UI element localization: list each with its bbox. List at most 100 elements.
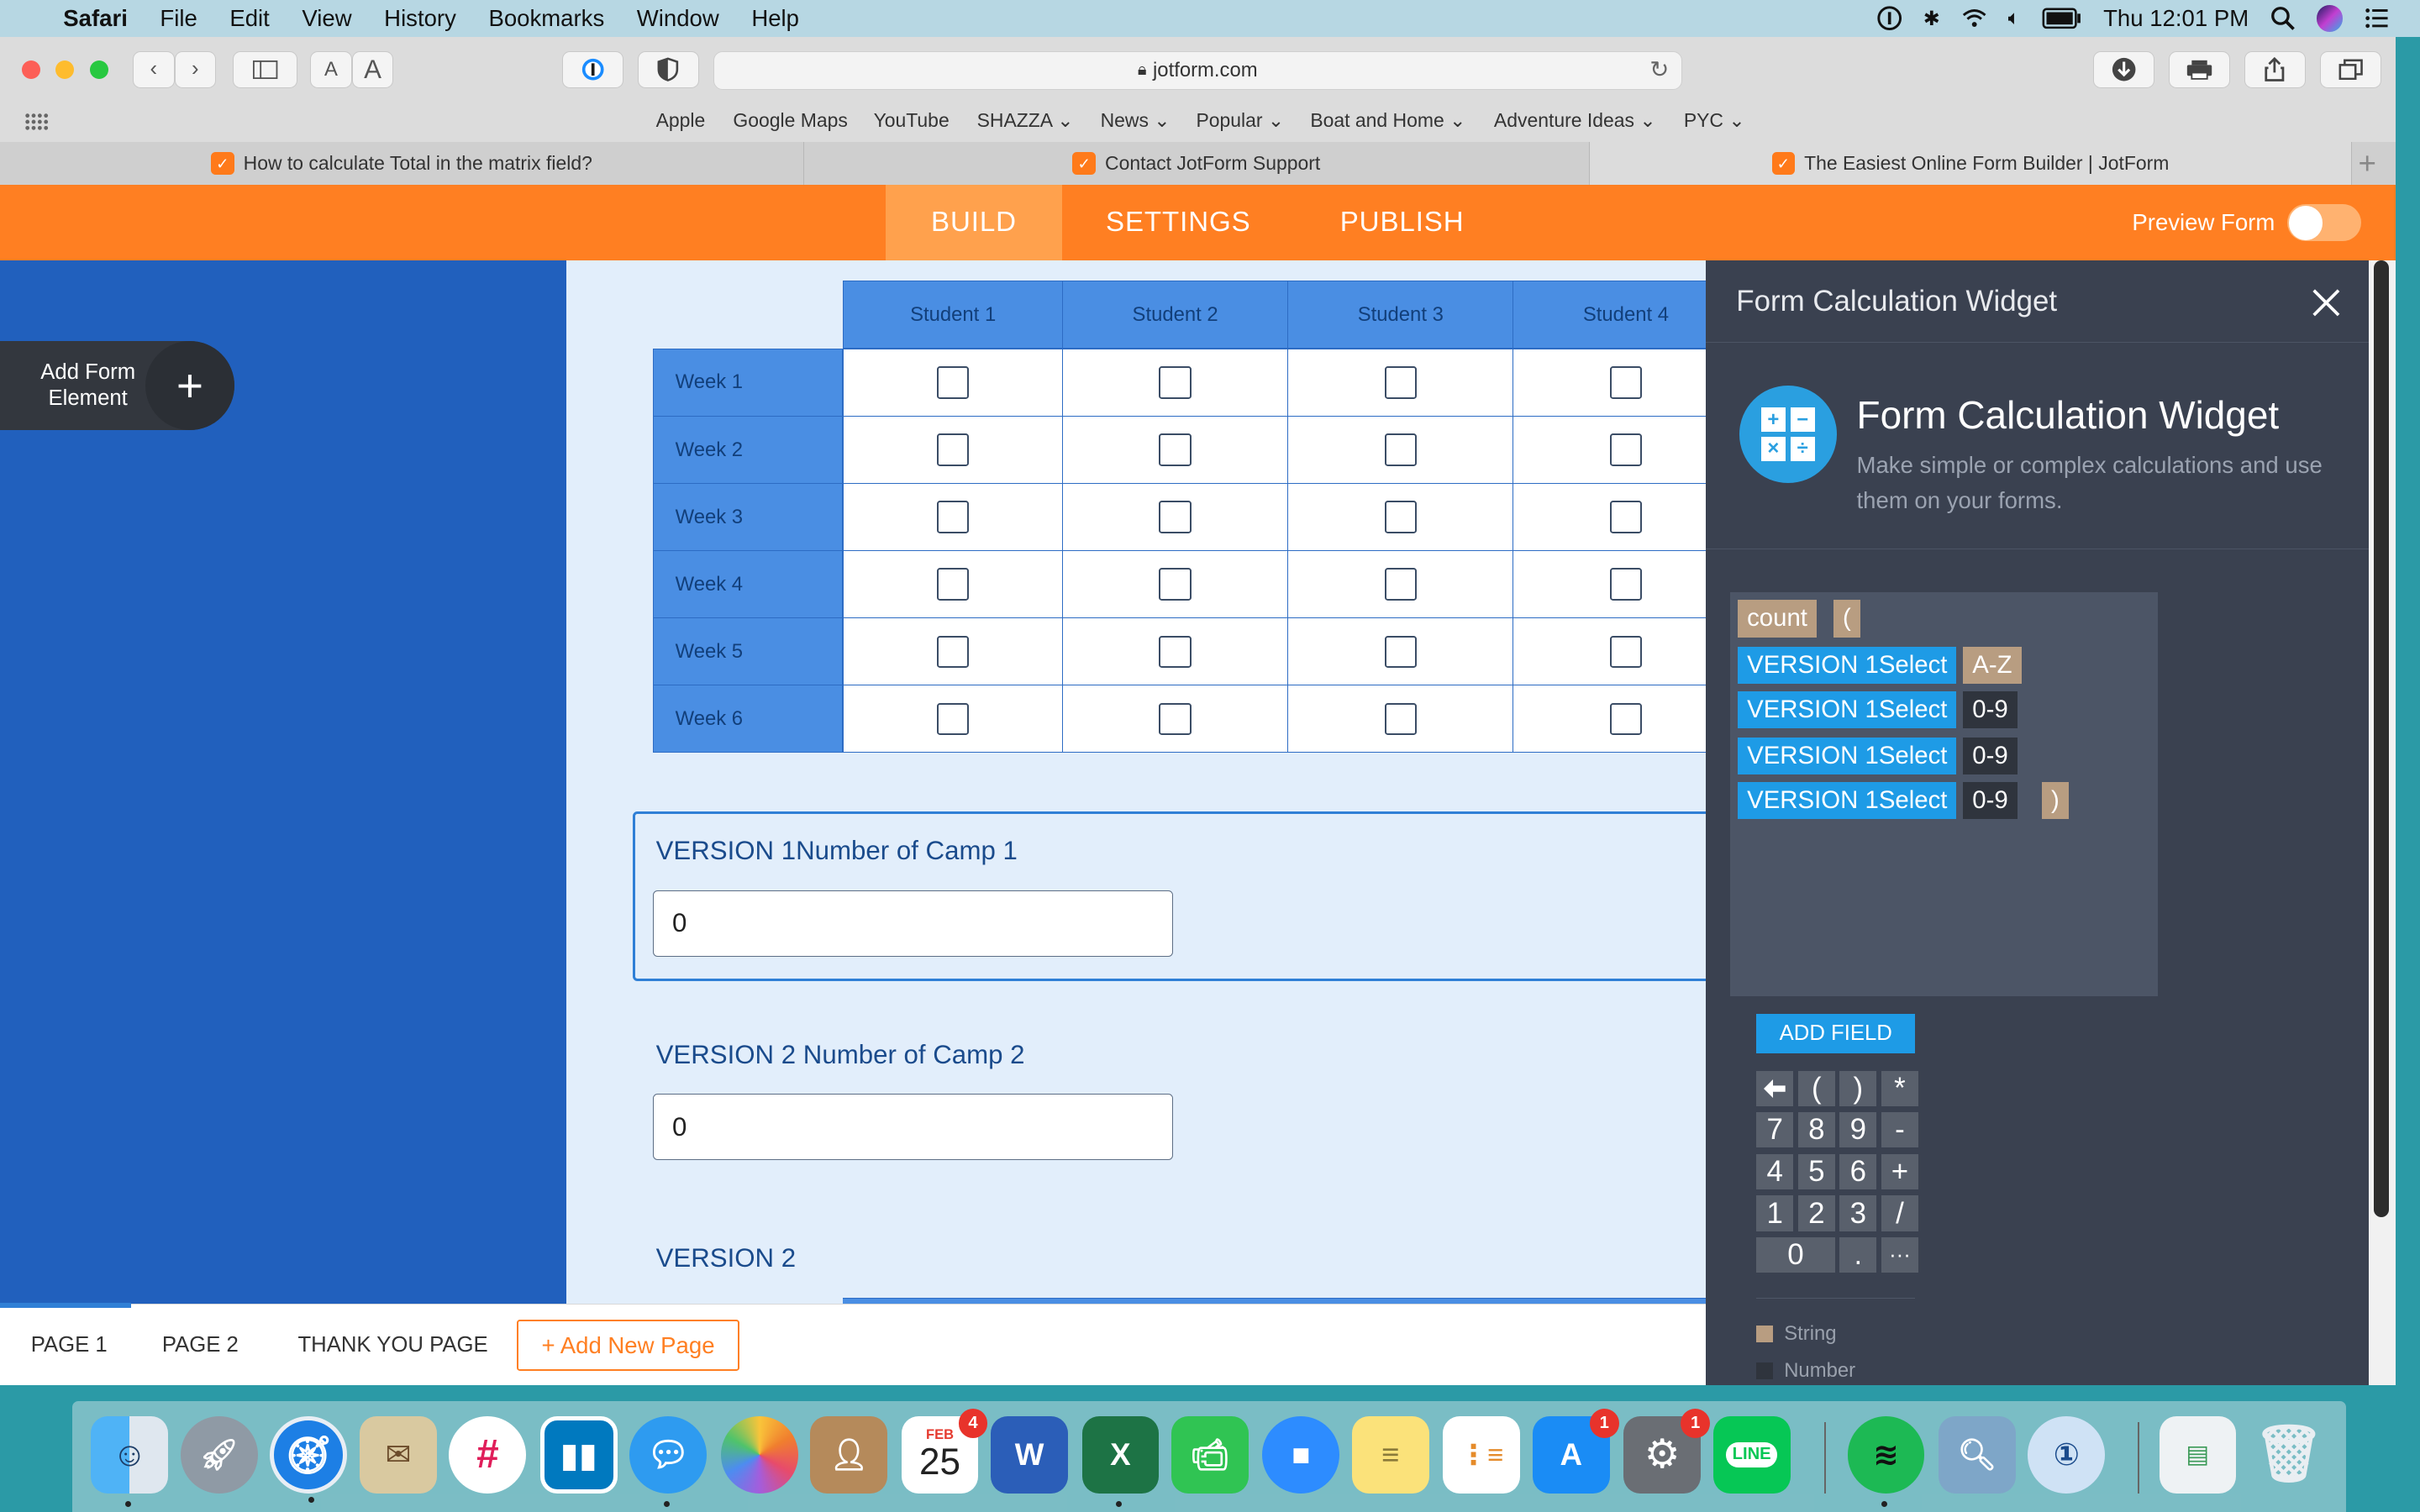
page-tab-thank-you[interactable]: THANK YOU PAGE [297,1305,487,1386]
photos-app-icon[interactable] [720,1416,798,1494]
tab-build[interactable]: BUILD [886,185,1062,261]
tab-matrix-total[interactable]: ✓ How to calculate Total in the matrix f… [0,141,804,186]
matrix-checkbox[interactable] [1159,568,1192,601]
new-tab-plus-icon[interactable]: + [2358,146,2375,181]
matrix-checkbox[interactable] [1159,433,1192,466]
tab-settings[interactable]: SETTINGS [1081,185,1276,260]
bookmark-pyc-folder[interactable]: PYC ⌄ [1684,109,1745,132]
matrix-checkbox[interactable] [936,433,970,466]
backspace-key[interactable] [1756,1070,1794,1106]
keypad-key[interactable]: 9 [1839,1112,1877,1148]
formula-token-count[interactable]: count [1738,600,1817,638]
zoom-app-icon[interactable]: ■ [1262,1416,1340,1494]
mail-stamp-app-icon[interactable]: ✉ [359,1416,437,1494]
menubar-clock[interactable]: Thu 12:01 PM [2103,5,2249,32]
bluetooth-icon[interactable]: ✱ [1923,7,1940,31]
matrix-checkbox[interactable] [1384,433,1418,466]
keypad-key[interactable]: ( [1797,1070,1835,1106]
formula-token-open-paren[interactable]: ( [1833,600,1860,638]
bookmark-popular-folder[interactable]: Popular ⌄ [1196,109,1284,132]
zoom-window-button[interactable] [89,60,108,79]
matrix-checkbox[interactable] [936,702,970,736]
system-preferences-icon[interactable]: ⚙ 1 [1623,1408,1711,1494]
formula-token-field[interactable]: VERSION 1Select [1738,690,1957,728]
keypad-key[interactable]: 6 [1839,1153,1877,1190]
matrix-checkbox[interactable] [1384,366,1418,399]
downloads-stack-icon[interactable]: ▤ [2159,1416,2237,1494]
matrix-checkbox[interactable] [1159,635,1192,669]
bookmark-boat-and-home-folder[interactable]: Boat and Home ⌄ [1310,109,1465,132]
launchpad-app-icon[interactable]: 🚀︎ [180,1416,258,1494]
menu-edit[interactable]: Edit [229,5,269,32]
keypad-key[interactable]: ) [1839,1070,1877,1106]
contacts-app-icon[interactable]: 👤︎ [810,1416,888,1494]
close-icon[interactable] [2311,287,2342,318]
menu-file[interactable]: File [160,5,197,32]
add-new-page-button[interactable]: + Add New Page [517,1320,739,1371]
keypad-key[interactable]: + [1881,1153,1918,1190]
matrix-checkbox[interactable] [936,501,970,533]
preview-form-toggle[interactable] [2286,204,2362,242]
onepassword-status-icon[interactable] [1877,6,1902,31]
spotlight-search-icon[interactable] [2270,6,2295,31]
apps-grid-icon[interactable] [24,113,49,131]
bookmark-google-maps[interactable]: Google Maps [733,109,847,132]
matrix-checkbox[interactable] [1609,702,1643,736]
keypad-key[interactable]: 2 [1797,1195,1835,1231]
matrix-checkbox[interactable] [1609,635,1643,669]
formula-token-field[interactable]: VERSION 1Select [1738,737,1957,774]
wifi-icon[interactable] [1962,6,1986,30]
reload-icon[interactable]: ↻ [1649,56,1669,83]
menu-view[interactable]: View [302,5,351,32]
page-tab-2[interactable]: PAGE 2 [162,1305,239,1386]
minimize-window-button[interactable] [55,60,75,79]
more-operators-key[interactable]: ··· [1881,1237,1918,1273]
matrix-checkbox[interactable] [1384,568,1418,601]
app-store-icon[interactable]: A 1 [1532,1408,1619,1494]
forward-button[interactable]: › [174,50,217,88]
matrix-checkbox[interactable] [936,635,970,669]
sidebar-toggle-button[interactable] [233,50,298,88]
add-field-button[interactable]: ADD FIELD [1756,1013,1916,1054]
tab-publish[interactable]: PUBLISH [1312,185,1492,260]
menu-app-name[interactable]: Safari [63,5,128,32]
trash-icon[interactable]: 🗑︎ [2250,1416,2328,1494]
matrix-checkbox[interactable] [1609,501,1643,533]
onepassword-app-icon[interactable]: ① [2028,1416,2106,1494]
menu-help[interactable]: Help [751,5,799,32]
preview-app-icon[interactable]: 🔍︎ [1938,1416,2016,1494]
downloads-button[interactable] [2092,50,2155,88]
bookmark-news-folder[interactable]: News ⌄ [1101,109,1171,132]
onepassword-extension-button[interactable] [561,50,623,88]
tab-overview-button[interactable] [2319,50,2381,88]
matrix-checkbox[interactable] [1384,635,1418,669]
reminders-app-icon[interactable]: ⋮≡ [1443,1416,1521,1494]
formula-token-field[interactable]: VERSION 1Select [1738,782,1957,820]
keypad-key[interactable]: 5 [1797,1153,1835,1190]
matrix-checkbox[interactable] [1384,702,1418,736]
keypad-key[interactable]: * [1881,1070,1918,1106]
keypad-key[interactable]: 4 [1756,1153,1794,1190]
safari-app-icon[interactable]: 🧭︎ [270,1416,348,1504]
messages-app-icon[interactable]: 💬︎ [629,1416,708,1508]
finder-app-icon[interactable]: ☺︎ [91,1416,169,1508]
menu-bookmarks[interactable]: Bookmarks [488,5,604,32]
notification-center-icon[interactable] [2365,6,2389,30]
matrix-checkbox[interactable] [936,366,970,399]
volume-icon[interactable]: 🔈︎ [2008,7,2020,30]
line-app-icon[interactable]: LINE [1712,1416,1791,1494]
close-window-button[interactable] [21,60,40,79]
siri-icon[interactable] [2316,5,2344,32]
keypad-key[interactable]: 3 [1839,1195,1877,1231]
formula-editor[interactable]: count ( VERSION 1Select A-Z VERSION 1Sel… [1729,592,2158,997]
calendar-app-icon[interactable]: FEB 25 4 [901,1408,988,1494]
formula-token-close-paren[interactable]: ) [2041,782,2069,820]
keypad-key[interactable]: . [1839,1237,1877,1273]
matrix-checkbox[interactable] [1384,501,1418,533]
tab-form-builder[interactable]: ✓ The Easiest Online Form Builder | JotF… [1589,141,2353,186]
keypad-key[interactable]: 8 [1797,1112,1835,1148]
privacy-shield-button[interactable] [637,50,699,88]
add-form-element-button[interactable]: Add Form Element + [0,340,235,431]
notes-app-icon[interactable]: ≡ [1351,1416,1429,1494]
matrix-checkbox[interactable] [1159,366,1192,399]
